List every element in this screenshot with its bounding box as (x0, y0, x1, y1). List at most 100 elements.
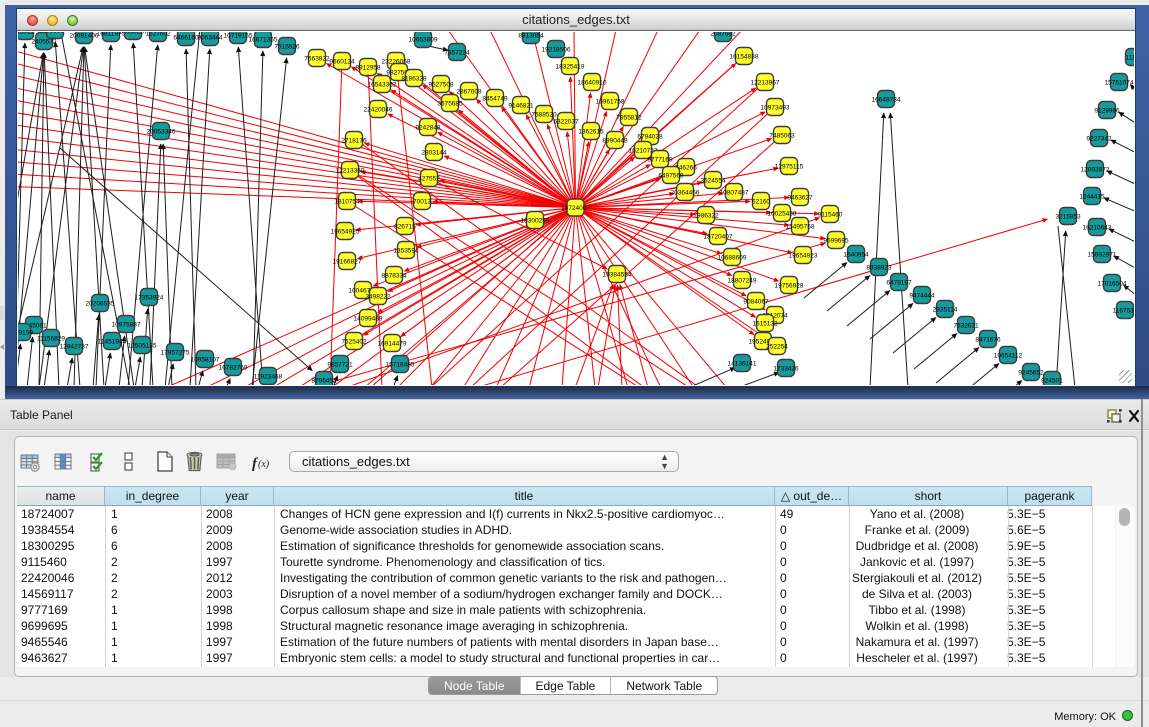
svg-text:88393: 88393 (46, 32, 64, 34)
svg-text:16914479: 16914479 (378, 340, 407, 347)
svg-text:16961758: 16961758 (596, 98, 625, 105)
svg-text:8938923: 8938923 (866, 264, 892, 271)
svg-text:7515526: 7515526 (274, 43, 300, 50)
svg-text:20053346: 20053346 (147, 128, 176, 135)
svg-text:62160: 62160 (752, 198, 770, 205)
svg-text:17016504: 17016504 (1098, 280, 1127, 287)
svg-text:7485063: 7485063 (769, 132, 795, 139)
svg-text:939159: 939159 (18, 329, 33, 336)
svg-text:2087682: 2087682 (710, 32, 736, 37)
svg-text:22420046: 22420046 (364, 106, 393, 113)
svg-text:1244415: 1244415 (1079, 193, 1105, 200)
svg-text:7663822: 7663822 (304, 55, 330, 62)
svg-text:1810754: 1810754 (334, 198, 360, 205)
svg-text:19654923: 19654923 (789, 252, 818, 259)
svg-text:10653809: 10653809 (409, 36, 438, 43)
svg-text:19384554: 19384554 (603, 271, 632, 278)
svg-text:15718485: 15718485 (386, 361, 415, 368)
svg-text:9527508: 9527508 (428, 81, 454, 88)
svg-text:12093872: 12093872 (1081, 166, 1110, 173)
svg-text:1615132: 1615132 (752, 320, 778, 327)
svg-text:19166827: 19166827 (333, 258, 362, 265)
svg-text:9146821: 9146821 (508, 102, 534, 109)
svg-text:20206535: 20206535 (86, 300, 115, 307)
svg-text:17353924: 17353924 (135, 294, 164, 301)
svg-text:12942737: 12942737 (60, 343, 89, 350)
svg-text:3675685: 3675685 (437, 100, 463, 107)
svg-text:14099489: 14099489 (354, 315, 383, 322)
svg-text:9242848: 9242848 (415, 124, 441, 131)
svg-text:11451944: 11451944 (98, 338, 127, 345)
svg-text:11923468: 11923468 (254, 373, 283, 380)
svg-text:18325419: 18325419 (556, 63, 585, 70)
svg-text:427552: 427552 (418, 175, 440, 182)
svg-text:18720407: 18720407 (704, 233, 733, 240)
svg-text:20091406: 20091406 (70, 32, 99, 39)
svg-text:9115460: 9115460 (818, 211, 843, 218)
svg-text:17957275: 17957275 (161, 349, 190, 356)
svg-text:16210643: 16210643 (1083, 224, 1112, 231)
svg-text:12505135: 12505135 (128, 342, 157, 349)
svg-text:8878334: 8878334 (381, 272, 407, 279)
svg-text:8813054: 8813054 (518, 32, 544, 39)
svg-text:9699695: 9699695 (823, 237, 849, 244)
svg-text:7357224: 7357224 (444, 49, 470, 56)
svg-text:7986322: 7986322 (693, 212, 719, 219)
svg-text:924501: 924501 (1041, 377, 1063, 384)
svg-text:8471676: 8471676 (975, 336, 1001, 343)
svg-text:252254: 252254 (766, 343, 788, 350)
svg-text:16543362: 16543362 (368, 81, 397, 88)
svg-text:826715: 826715 (394, 223, 416, 230)
svg-text:3624554: 3624554 (700, 177, 726, 184)
svg-text:3215953: 3215953 (1055, 213, 1081, 220)
svg-text:15495758: 15495758 (786, 223, 815, 230)
svg-text:8990448: 8990448 (602, 137, 628, 144)
svg-text:19756928: 19756928 (775, 282, 804, 289)
svg-text:15751074: 15751074 (1105, 79, 1134, 86)
svg-text:19654925: 19654925 (331, 228, 360, 235)
svg-text:2405572: 2405572 (31, 38, 57, 45)
svg-text:3498222: 3498222 (365, 293, 391, 300)
svg-text:20364456: 20364456 (671, 189, 700, 196)
svg-text:7625402: 7625402 (341, 338, 367, 345)
svg-text:7588520: 7588520 (531, 111, 557, 118)
svg-text:10654112: 10654112 (994, 352, 1023, 359)
svg-text:10807487: 10807487 (720, 189, 749, 196)
svg-text:7955812: 7955812 (616, 114, 642, 121)
svg-text:1362615: 1362615 (578, 128, 604, 135)
svg-text:12213967: 12213967 (751, 79, 780, 86)
svg-text:2718176: 2718176 (341, 137, 367, 144)
svg-text:10025438: 10025438 (768, 210, 797, 217)
svg-text:2867608: 2867608 (456, 88, 482, 95)
svg-text:8186328: 8186328 (401, 75, 427, 82)
svg-text:16154838: 16154838 (730, 53, 759, 60)
svg-text:10958107: 10958107 (191, 356, 220, 363)
svg-text:10975887: 10975887 (112, 321, 141, 328)
svg-text:9857721: 9857721 (327, 361, 353, 368)
svg-text:9084067: 9084067 (743, 298, 769, 305)
svg-text:14136141: 14136141 (728, 360, 757, 367)
svg-text:11156829: 11156829 (37, 335, 65, 342)
svg-text:16648784: 16648784 (872, 96, 901, 103)
svg-text:12975115: 12975115 (775, 163, 804, 170)
svg-text:(x): (x) (258, 459, 270, 470)
svg-text:8454749: 8454749 (482, 95, 508, 102)
svg-text:9777169: 9777169 (647, 156, 673, 163)
svg-text:70013: 70013 (413, 198, 431, 205)
svg-text:18640910: 18640910 (578, 79, 607, 86)
svg-text:10688609: 10688609 (718, 254, 747, 261)
svg-text:6479197: 6479197 (886, 279, 912, 286)
svg-text:2935114: 2935114 (933, 306, 958, 313)
svg-text:10653287: 10653287 (119, 32, 148, 35)
svg-text:16782759: 16782759 (219, 364, 248, 371)
svg-text:6794028: 6794028 (637, 133, 663, 140)
svg-text:6497568: 6497568 (658, 172, 684, 179)
svg-text:9474444: 9474444 (909, 292, 935, 299)
svg-text:8796452: 8796452 (311, 377, 337, 384)
svg-text:18300295: 18300295 (521, 217, 550, 224)
svg-text:9129966: 9129966 (1094, 107, 1120, 114)
svg-text:9463627: 9463627 (787, 194, 813, 201)
svg-text:19218506: 19218506 (542, 46, 571, 53)
svg-text:1353594: 1353594 (393, 247, 419, 254)
svg-text:11124: 11124 (1125, 54, 1134, 61)
